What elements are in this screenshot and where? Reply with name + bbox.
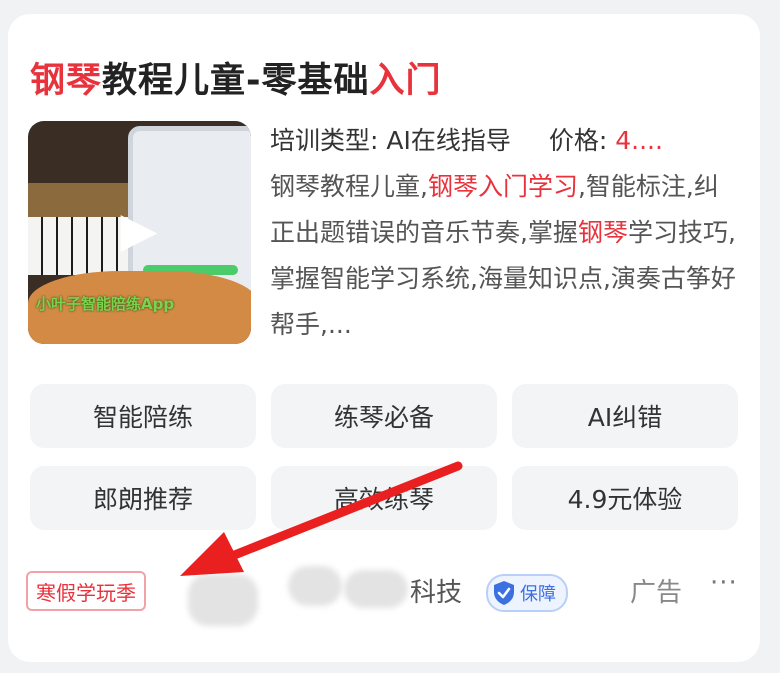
tag-button[interactable]: 练琴必备: [271, 384, 497, 448]
thumbnail-watermark: 小叶子智能陪练App: [36, 295, 175, 313]
price-value: 4....: [615, 126, 663, 155]
title-main: 教程儿童-零基础: [102, 61, 370, 101]
shield-check-icon: [492, 580, 516, 606]
play-icon[interactable]: ▶: [112, 203, 166, 257]
tag-button[interactable]: 智能陪练: [30, 384, 256, 448]
tag-button[interactable]: 高效练琴: [271, 466, 497, 530]
guarantee-label: 保障: [520, 584, 556, 605]
redacted-blur: [344, 570, 408, 608]
title-keyword-2: 入门: [369, 61, 442, 101]
more-options-icon[interactable]: ···: [710, 568, 738, 598]
desc-highlight-2: 钢琴: [577, 218, 628, 247]
tag-button[interactable]: 4.9元体验: [512, 466, 738, 530]
ad-card[interactable]: 钢琴教程儿童-零基础入门 ▶ 小叶子智能陪练App 培训类型: AI在线指导 价格…: [8, 14, 760, 662]
price-label: 价格:: [548, 126, 616, 155]
tag-grid: 智能陪练 练琴必备 AI纠错 郎朗推荐 高效练琴 4.9元体验: [30, 384, 738, 530]
redacted-blur: [188, 574, 258, 626]
desc-highlight-1: 钢琴入门学习: [427, 172, 578, 201]
promo-badge: 寒假学玩季: [26, 571, 146, 611]
desc-part-1: 钢琴教程儿童,: [270, 172, 428, 201]
tag-button[interactable]: 郎朗推荐: [30, 466, 256, 530]
tag-button[interactable]: AI纠错: [512, 384, 738, 448]
video-thumbnail[interactable]: ▶ 小叶子智能陪练App: [28, 121, 251, 344]
advertiser-name[interactable]: 科技: [410, 572, 462, 609]
info-meta: 培训类型: AI在线指导 价格: 4....: [270, 121, 740, 161]
redacted-blur: [288, 566, 342, 606]
ad-footer: 寒假学玩季 科技 保障 广告 ···: [26, 566, 746, 626]
ad-title[interactable]: 钢琴教程儿童-零基础入门: [30, 52, 442, 103]
title-keyword: 钢琴: [30, 61, 103, 101]
training-type: 培训类型: AI在线指导: [270, 126, 511, 155]
ad-info: 培训类型: AI在线指导 价格: 4.... 钢琴教程儿童,钢琴入门学习,智能标注…: [270, 121, 740, 348]
guarantee-badge[interactable]: 保障: [486, 574, 568, 612]
ad-description: 钢琴教程儿童,钢琴入门学习,智能标注,纠正出题错误的音乐节奏,掌握钢琴学习技巧,…: [270, 164, 740, 348]
ad-label: 广告: [630, 578, 683, 608]
